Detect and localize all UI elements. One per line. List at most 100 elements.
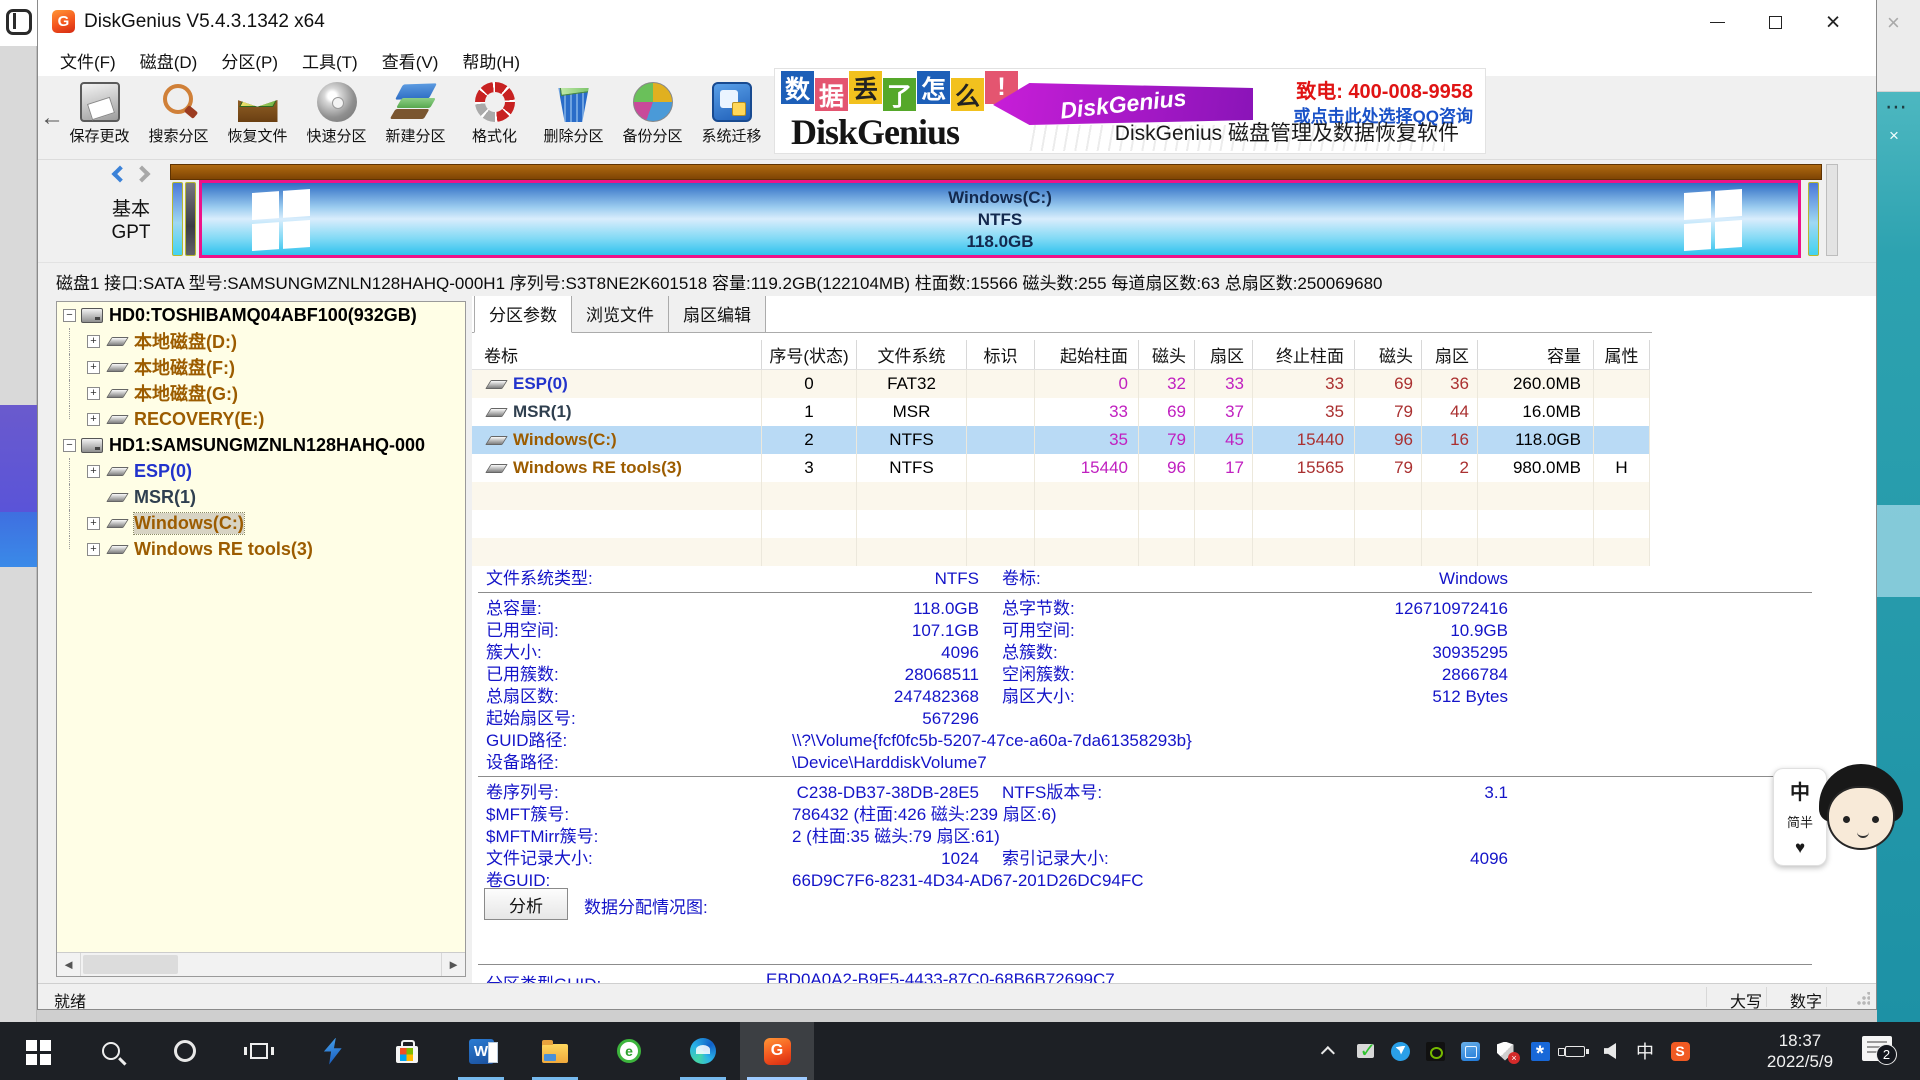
resize-grip[interactable] [1856,992,1870,1006]
column-header[interactable]: 容量 [1478,340,1594,369]
column-header[interactable]: 磁头 [1355,340,1422,369]
column-header[interactable]: 扇区 [1422,340,1478,369]
tree-item--d-[interactable]: + 本地磁盘(D:) [57,328,465,354]
tray-volume-icon[interactable] [1600,1041,1620,1061]
ime-mode-chinese[interactable]: 中 [1790,776,1810,805]
minimize-button[interactable] [1688,0,1746,44]
tray-chevron-icon[interactable] [1320,1041,1340,1061]
tray-check-icon[interactable] [1355,1041,1375,1061]
expander-toggle-icon[interactable]: − [63,309,76,322]
taskbar-explorer-icon[interactable] [518,1022,592,1080]
taskbar-edge-icon[interactable] [666,1022,740,1080]
scrollbar-thumb[interactable] [83,955,178,974]
column-header[interactable]: 标识 [967,340,1035,369]
tray-shield-icon[interactable]: × [1495,1041,1515,1061]
background-close-icon-2[interactable]: × [1889,126,1899,146]
expander-toggle-icon[interactable]: + [87,543,100,556]
scroll-right-icon[interactable]: ► [441,953,465,976]
save-button[interactable]: 保存更改 [60,78,139,158]
tab-分区参数[interactable]: 分区参数 [474,296,572,333]
tree-item-recovery-e-[interactable]: + RECOVERY(E:) [57,406,465,432]
delete-button[interactable]: 删除分区 [534,78,613,158]
expander-toggle-icon[interactable]: + [87,517,100,530]
taskbar-store-icon[interactable] [370,1022,444,1080]
tree-item--g-[interactable]: + 本地磁盘(G:) [57,380,465,406]
taskbar-taskview-icon[interactable] [222,1022,296,1080]
menu-item[interactable]: 查看(V) [370,44,451,77]
ime-mascot[interactable] [1817,764,1905,868]
tree-item-hd0-toshibamq04abf100-932gb-[interactable]: − HD0:TOSHIBAMQ04ABF100(932GB) [57,302,465,328]
re-tools-partition-block[interactable] [1808,182,1819,256]
taskbar-search-icon[interactable] [74,1022,148,1080]
column-header[interactable]: 起始柱面 [1035,340,1139,369]
menu-item[interactable]: 文件(F) [48,44,128,77]
column-header[interactable]: 磁头 [1139,340,1195,369]
tray-sogou-icon[interactable]: S [1670,1041,1690,1061]
tray-nvidia-icon[interactable] [1425,1041,1445,1061]
nav-forward-icon[interactable] [134,166,151,183]
notification-center-icon[interactable]: 2 [1862,1036,1892,1061]
quick-button[interactable]: 快速分区 [297,78,376,158]
tree-item-windows-c-[interactable]: + Windows(C:) [57,510,465,536]
tray-battery-icon[interactable] [1565,1041,1585,1061]
search-button[interactable]: 搜索分区 [139,78,218,158]
taskbar-b360-icon[interactable]: e [592,1022,666,1080]
taskbar-diskgenius-icon[interactable]: G [740,1022,814,1080]
more-options-icon[interactable]: ⋯ [1885,94,1908,120]
tree-item-windows-re-tools-3-[interactable]: + Windows RE tools(3) [57,536,465,562]
expander-toggle-icon[interactable]: + [87,413,100,426]
nav-back-icon[interactable] [112,166,129,183]
menu-item[interactable]: 分区(P) [209,44,290,77]
background-close-icon[interactable]: × [1887,10,1900,36]
expander-toggle-icon[interactable]: + [87,335,100,348]
tree-item-hd1-samsungmznln128hahq-000[interactable]: − HD1:SAMSUNGMZNLN128HAHQ-000 [57,432,465,458]
menu-item[interactable]: 磁盘(D) [128,44,210,77]
table-row-windows-c-[interactable]: Windows(C:)2NTFS357945154409616118.0GB [472,426,1650,454]
esp-partition-block[interactable] [172,182,183,256]
taskbar-cortana-icon[interactable] [148,1022,222,1080]
ime-simplified-half[interactable]: 简半 [1787,812,1813,831]
graph-scrollbar[interactable] [1826,164,1838,256]
tree-item-esp-0-[interactable]: + ESP(0) [57,458,465,484]
heart-icon[interactable]: ♥ [1795,838,1805,858]
maximize-button[interactable] [1746,0,1804,44]
tray-dingtalk-icon[interactable] [1390,1041,1410,1061]
tree-item--f-[interactable]: + 本地磁盘(F:) [57,354,465,380]
column-header[interactable]: 终止柱面 [1253,340,1355,369]
format-button[interactable]: 格式化 [455,78,534,158]
newpart-button[interactable]: 新建分区 [376,78,455,158]
menu-item[interactable]: 工具(T) [290,44,370,77]
column-header[interactable]: 卷标 [472,340,762,369]
column-header[interactable]: 属性 [1594,340,1650,369]
analyze-button[interactable]: 分析 [484,888,568,920]
table-row-empty[interactable] [472,538,1650,566]
table-row-empty[interactable] [472,482,1650,510]
ad-banner[interactable]: 数据丢了怎么! DiskGenius DiskGenius 致电: 400-00… [774,68,1486,154]
expander-toggle-icon[interactable]: + [87,387,100,400]
expander-toggle-icon[interactable]: + [87,465,100,478]
table-row-esp-0-[interactable]: ESP(0)0FAT3203233336936260.0MB [472,370,1650,398]
table-row-windows-re-tools-3-[interactable]: Windows RE tools(3)3NTFS1544096171556579… [472,454,1650,482]
column-header[interactable]: 序号(状态) [762,340,857,369]
menu-item[interactable]: 帮助(H) [450,44,532,77]
windows-c-partition-block[interactable]: Windows(C:) NTFS 118.0GB [199,180,1801,258]
tree-horizontal-scrollbar[interactable]: ◄ ► [57,952,465,976]
tab-浏览文件[interactable]: 浏览文件 [571,296,669,333]
recover-button[interactable]: 恢复文件 [218,78,297,158]
taskbar-flash-icon[interactable] [296,1022,370,1080]
expander-toggle-icon[interactable]: + [87,361,100,374]
taskbar-word-icon[interactable]: W [444,1022,518,1080]
table-row-msr-1-[interactable]: MSR(1)1MSR33693735794416.0MB [472,398,1650,426]
tray-ime-icon[interactable]: 中 [1635,1041,1655,1061]
taskbar-start-button[interactable] [0,1022,74,1080]
close-button[interactable]: × [1804,0,1862,44]
migrate-button[interactable]: 系统迁移 [692,78,771,158]
column-header[interactable]: 扇区 [1195,340,1253,369]
backup-button[interactable]: 备份分区 [613,78,692,158]
tray-intel-icon[interactable] [1460,1041,1480,1061]
table-row-empty[interactable] [472,510,1650,538]
tab-扇区编辑[interactable]: 扇区编辑 [668,296,766,333]
taskbar-clock[interactable]: 18:37 2022/5/9 [1742,1030,1858,1072]
msr-partition-block[interactable] [185,182,196,256]
tray-snow-icon[interactable]: * [1530,1041,1550,1061]
